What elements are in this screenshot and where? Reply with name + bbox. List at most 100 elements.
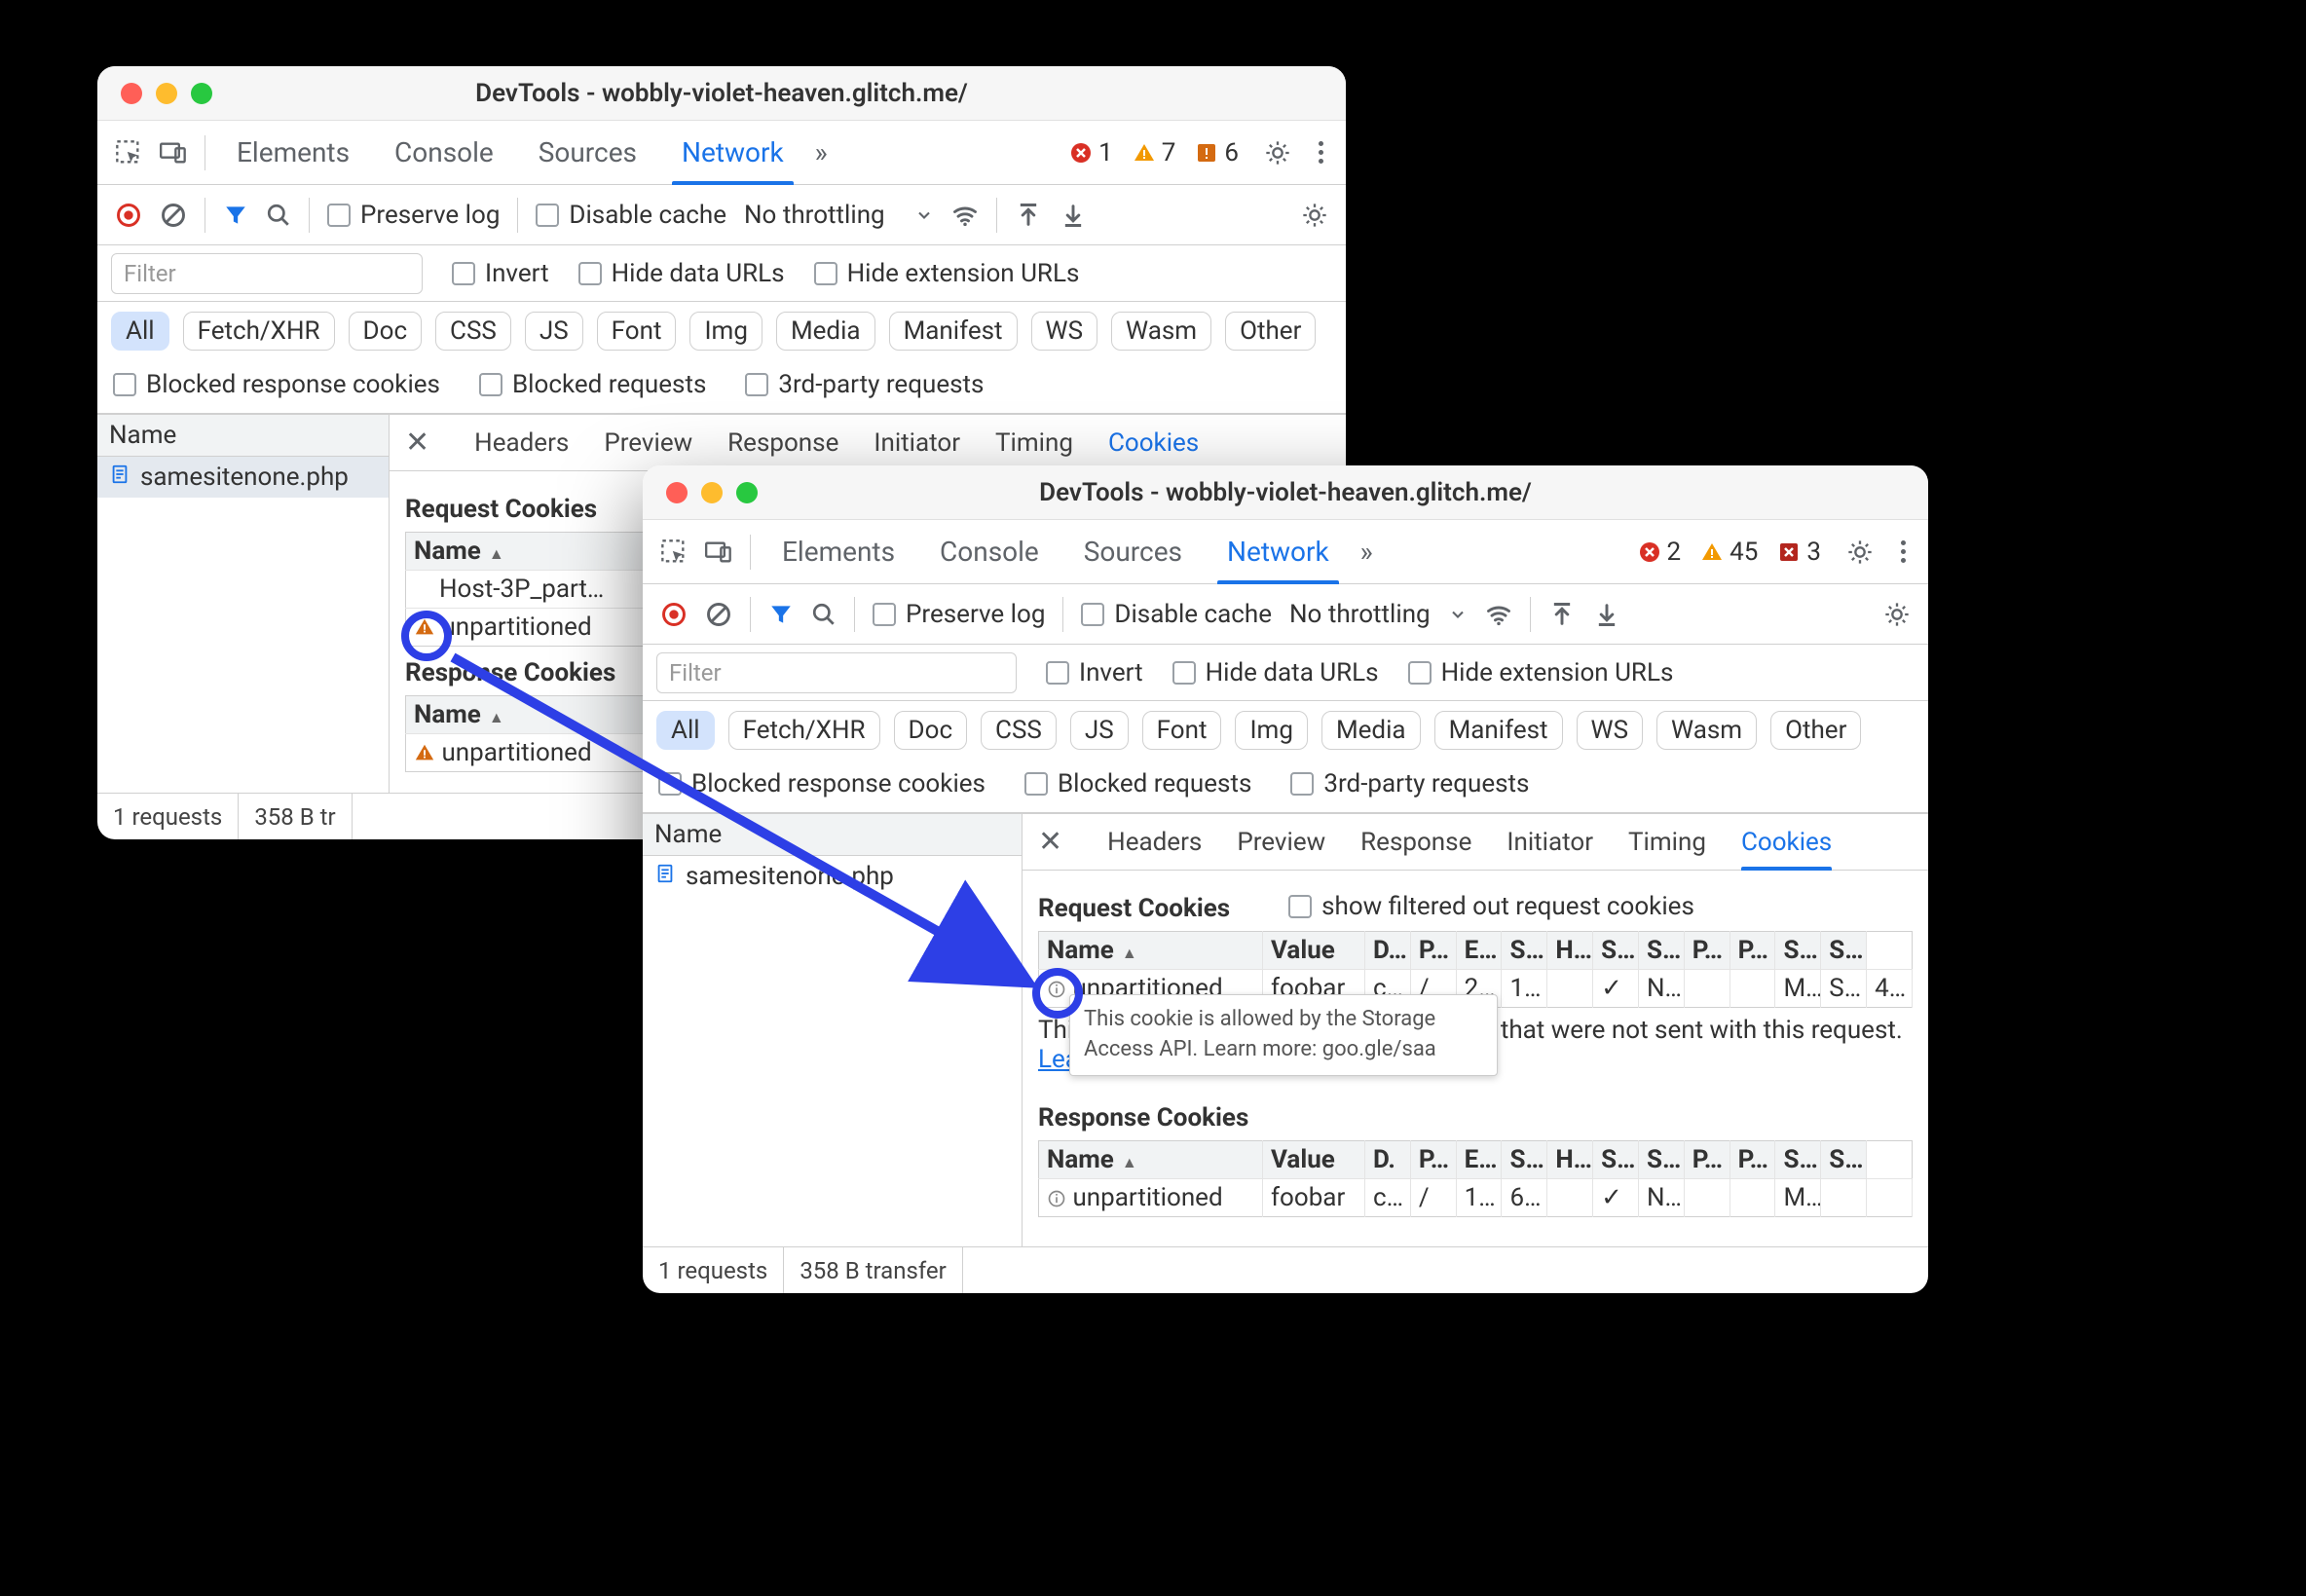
disable-cache-checkbox[interactable]: Disable cache	[536, 201, 726, 230]
maximize-window-icon[interactable]	[191, 83, 212, 104]
kebab-menu-icon[interactable]	[1309, 141, 1332, 164]
issues-summary[interactable]: 2 45 3	[1630, 538, 1829, 567]
tab-sources[interactable]: Sources	[1070, 520, 1196, 583]
type-css[interactable]: CSS	[981, 711, 1057, 750]
type-doc[interactable]: Doc	[349, 312, 423, 351]
throttling-select[interactable]: No throttling	[744, 201, 934, 230]
col-header[interactable]: S…	[1502, 932, 1547, 970]
filter-icon[interactable]	[223, 203, 248, 228]
col-header[interactable]: E…	[1456, 1141, 1502, 1179]
col-header[interactable]: P…	[1684, 1141, 1730, 1179]
inspect-icon[interactable]	[115, 139, 142, 167]
close-window-icon[interactable]	[666, 482, 688, 503]
col-header[interactable]: H…	[1547, 1141, 1593, 1179]
detail-tab-initiator[interactable]: Initiator	[874, 415, 960, 470]
detail-tab-response[interactable]: Response	[1360, 814, 1471, 870]
col-header[interactable]: Value	[1263, 1141, 1365, 1179]
col-header[interactable]: D.	[1365, 1141, 1411, 1179]
detail-tab-cookies[interactable]: Cookies	[1741, 814, 1832, 870]
detail-tab-timing[interactable]: Timing	[1628, 814, 1706, 870]
type-other[interactable]: Other	[1225, 312, 1316, 351]
detail-tab-initiator[interactable]: Initiator	[1506, 814, 1593, 870]
col-header[interactable]: S…	[1593, 932, 1639, 970]
type-img[interactable]: Img	[1235, 711, 1307, 750]
type-media[interactable]: Media	[776, 312, 875, 351]
inspect-icon[interactable]	[660, 538, 688, 566]
cookie-row[interactable]: unpartitioned	[406, 734, 658, 772]
detail-tab-headers[interactable]: Headers	[1107, 814, 1202, 870]
tab-elements[interactable]: Elements	[223, 121, 363, 184]
more-tabs-icon[interactable]: »	[1360, 536, 1373, 568]
close-window-icon[interactable]	[121, 83, 142, 104]
col-header[interactable]: S…	[1821, 932, 1867, 970]
upload-har-icon[interactable]	[1015, 202, 1042, 229]
kebab-menu-icon[interactable]	[1891, 540, 1915, 563]
tab-network[interactable]: Network	[668, 121, 798, 184]
col-header[interactable]: Value	[1263, 932, 1365, 970]
detail-tab-preview[interactable]: Preview	[1237, 814, 1325, 870]
col-header[interactable]: S…	[1638, 932, 1684, 970]
type-doc[interactable]: Doc	[894, 711, 968, 750]
col-header[interactable]: H…	[1547, 932, 1593, 970]
search-icon[interactable]	[266, 203, 291, 228]
cookie-row[interactable]: Host-3P_part…	[406, 571, 658, 609]
invert-checkbox[interactable]: Invert	[1046, 658, 1143, 687]
hide-extension-urls-checkbox[interactable]: Hide extension URLs	[1408, 658, 1674, 687]
col-header[interactable]: S…	[1821, 1141, 1867, 1179]
blocked-requests-checkbox[interactable]: Blocked requests	[1024, 769, 1251, 798]
tab-sources[interactable]: Sources	[525, 121, 651, 184]
type-js[interactable]: JS	[1070, 711, 1129, 750]
third-party-checkbox[interactable]: 3rd-party requests	[1290, 769, 1529, 798]
type-other[interactable]: Other	[1770, 711, 1861, 750]
type-wasm[interactable]: Wasm	[1111, 312, 1211, 351]
network-settings-icon[interactable]	[1301, 202, 1328, 229]
hide-data-urls-checkbox[interactable]: Hide data URLs	[578, 259, 785, 288]
name-column-header[interactable]: Name	[97, 415, 389, 457]
minimize-window-icon[interactable]	[701, 482, 723, 503]
devices-icon[interactable]	[160, 139, 187, 167]
network-conditions-icon[interactable]	[1485, 601, 1512, 628]
settings-icon[interactable]	[1846, 538, 1874, 566]
third-party-checkbox[interactable]: 3rd-party requests	[745, 370, 984, 399]
tab-network[interactable]: Network	[1213, 520, 1343, 583]
type-wasm[interactable]: Wasm	[1656, 711, 1757, 750]
show-filtered-checkbox[interactable]: show filtered out request cookies	[1288, 892, 1694, 921]
cookie-row[interactable]: unpartitionedfoobarc…/1…6…✓N…M…	[1039, 1179, 1913, 1217]
col-header[interactable]: S…	[1775, 932, 1821, 970]
request-row[interactable]: samesitenone.php	[643, 856, 1022, 897]
detail-tab-preview[interactable]: Preview	[604, 415, 692, 470]
name-header[interactable]: Name	[406, 696, 658, 734]
type-img[interactable]: Img	[689, 312, 762, 351]
type-css[interactable]: CSS	[435, 312, 511, 351]
col-header[interactable]: Name	[1039, 932, 1263, 970]
type-js[interactable]: JS	[525, 312, 583, 351]
col-header[interactable]: Name	[1039, 1141, 1263, 1179]
preserve-log-checkbox[interactable]: Preserve log	[873, 600, 1045, 629]
col-header[interactable]: P…	[1684, 932, 1730, 970]
tab-console[interactable]: Console	[926, 520, 1053, 583]
throttling-select[interactable]: No throttling	[1289, 600, 1468, 629]
type-fetch[interactable]: Fetch/XHR	[183, 312, 335, 351]
search-icon[interactable]	[811, 602, 837, 627]
clear-icon[interactable]	[705, 601, 732, 628]
filter-icon[interactable]	[768, 602, 794, 627]
upload-har-icon[interactable]	[1548, 601, 1576, 628]
detail-tab-response[interactable]: Response	[727, 415, 838, 470]
clear-icon[interactable]	[160, 202, 187, 229]
type-manifest[interactable]: Manifest	[889, 312, 1018, 351]
request-row[interactable]: samesitenone.php	[97, 457, 389, 498]
invert-checkbox[interactable]: Invert	[452, 259, 549, 288]
download-har-icon[interactable]	[1060, 202, 1087, 229]
devices-icon[interactable]	[705, 538, 732, 566]
close-detail-icon[interactable]: ✕	[405, 426, 429, 460]
col-header[interactable]: P…	[1730, 1141, 1775, 1179]
col-header[interactable]: P…	[1410, 1141, 1456, 1179]
tab-console[interactable]: Console	[381, 121, 507, 184]
type-ws[interactable]: WS	[1031, 312, 1098, 351]
name-column-header[interactable]: Name	[643, 814, 1022, 856]
type-font[interactable]: Font	[1142, 711, 1222, 750]
type-media[interactable]: Media	[1321, 711, 1421, 750]
col-header[interactable]: S…	[1593, 1141, 1639, 1179]
close-detail-icon[interactable]: ✕	[1038, 825, 1062, 859]
type-ws[interactable]: WS	[1577, 711, 1644, 750]
